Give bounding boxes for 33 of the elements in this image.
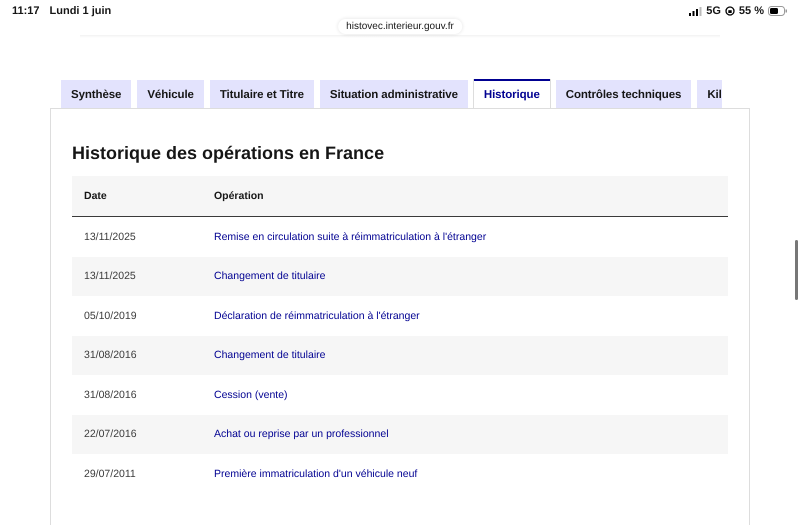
column-header: Date [72, 176, 214, 216]
date-cell: 29/07/2011 [72, 454, 214, 494]
battery-percent: 55 % [738, 5, 764, 17]
date-cell: 22/07/2016 [72, 414, 214, 454]
tab[interactable]: Historique [474, 79, 550, 108]
battery-icon [768, 6, 788, 16]
tab[interactable]: Kil [697, 80, 722, 108]
operation-link[interactable]: Remise en circulation suite à réimmatriculation à l'étranger [214, 230, 486, 243]
date-cell: 13/11/2025 [72, 216, 214, 256]
tab[interactable]: Contrôles techniques [556, 80, 692, 108]
operation-link[interactable]: Déclaration de réimmatriculation à l'étranger [214, 310, 420, 322]
signal-icon [689, 6, 702, 16]
rotation-lock-icon [724, 6, 735, 16]
section-title: Historique des opérations en France [72, 143, 386, 164]
tab[interactable]: Véhicule [137, 80, 204, 108]
date: Lundi 1 juin [50, 5, 112, 17]
operation-link[interactable]: Cession (vente) [214, 388, 288, 401]
operation-link[interactable]: Changement de titulaire [214, 349, 326, 362]
address-bar[interactable]: histovec.interieur.gouv.fr [338, 19, 462, 34]
date-cell: 13/11/2025 [72, 256, 214, 296]
scrollbar-thumb[interactable] [795, 240, 798, 300]
operation-link[interactable]: Première immatriculation d'un véhicule neuf [214, 468, 418, 480]
date-cell: 31/08/2016 [72, 375, 214, 414]
tab[interactable]: Situation administrative [320, 80, 468, 108]
operation-link[interactable]: Achat ou reprise par un professionnel [214, 428, 389, 440]
date-cell: 05/10/2019 [72, 296, 214, 336]
column-header: Opération [214, 176, 728, 216]
tab[interactable]: Titulaire et Titre [210, 80, 314, 108]
network-label: 5G [706, 5, 721, 17]
tab[interactable]: Synthèse [61, 80, 132, 108]
operation-link[interactable]: Changement de titulaire [214, 270, 326, 282]
time: 11:17 [12, 5, 40, 17]
date-cell: 31/08/2016 [72, 336, 214, 375]
